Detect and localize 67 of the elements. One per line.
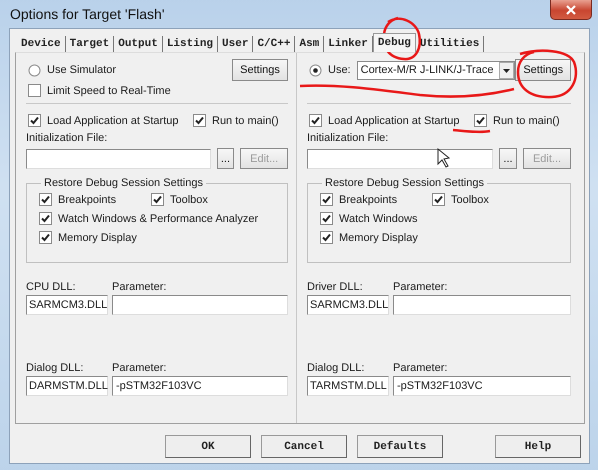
checkbox[interactable] [320, 212, 333, 225]
browse-button[interactable]: ... [499, 148, 517, 169]
radio-label: Use: [328, 64, 351, 76]
checkbox-label: Run to main() [493, 114, 560, 126]
tab[interactable]: Debug [372, 33, 416, 52]
dll-field[interactable]: SARMCM3.DLL [26, 295, 108, 315]
checkbox[interactable] [28, 114, 41, 127]
checkbox-label: Memory Display [58, 232, 137, 244]
checkbox-label: Run to main() [212, 114, 279, 126]
field-label: Driver DLL: [307, 281, 364, 293]
radio-button[interactable] [28, 64, 41, 76]
dialog-button[interactable]: Help [495, 435, 581, 458]
checkbox[interactable] [309, 114, 322, 127]
field-label: Dialog DLL: [307, 362, 366, 374]
checkbox[interactable] [39, 231, 52, 244]
checkbox[interactable] [474, 114, 487, 127]
checkbox[interactable] [28, 84, 41, 97]
window-title: Options for Target 'Flash' [10, 6, 164, 22]
checkbox-label: Watch Windows [339, 212, 418, 224]
parameter-field[interactable]: -pSTM32F103VC [112, 376, 288, 396]
field-label: Parameter: [393, 281, 448, 293]
checkbox-label: Load Application at Startup [328, 114, 460, 126]
dialog-button[interactable]: OK [165, 435, 251, 458]
radio-button[interactable] [309, 64, 322, 76]
checkbox[interactable] [151, 193, 164, 206]
init-file-field[interactable] [26, 148, 211, 168]
parameter-field[interactable]: -pSTM32F103VC [393, 376, 571, 396]
checkbox[interactable] [432, 193, 445, 206]
dll-field[interactable]: SARMCM3.DLL [307, 295, 389, 315]
checkbox-label: Limit Speed to Real-Time [47, 84, 171, 96]
checkbox-label: Load Application at Startup [47, 114, 178, 126]
dialog-button[interactable]: Cancel [261, 435, 347, 458]
browse-button[interactable]: ... [216, 148, 234, 169]
settings-button[interactable]: Settings [515, 59, 571, 81]
group-title: Restore Debug Session Settings [324, 177, 485, 189]
close-button[interactable] [550, 0, 592, 20]
checkbox[interactable] [39, 193, 52, 206]
field-label: Parameter: [112, 362, 166, 374]
annotation-underline [452, 128, 490, 134]
dll-field[interactable]: TARMSTM.DLL [307, 376, 389, 396]
driver-dropdown[interactable]: Cortex-M/R J-LINK/J-Trace [356, 60, 516, 80]
checkbox[interactable] [193, 114, 206, 127]
group-title: Restore Debug Session Settings [43, 177, 204, 189]
field-label: Parameter: [393, 362, 448, 374]
checkbox-label: Breakpoints [339, 194, 398, 206]
parameter-field[interactable] [112, 295, 288, 315]
radio-label: Use Simulator [47, 64, 116, 76]
checkbox[interactable] [39, 212, 52, 225]
checkbox-label: Watch Windows & Performance Analyzer [58, 212, 258, 224]
pointer-icon [438, 148, 450, 168]
checkbox-label: Toolbox [170, 194, 208, 206]
field-label: Initialization File: [307, 132, 390, 144]
checkbox[interactable] [320, 193, 333, 206]
checkbox-label: Breakpoints [58, 194, 116, 206]
init-file-field[interactable] [307, 148, 493, 168]
field-label: CPU DLL: [26, 281, 77, 293]
dll-field[interactable]: DARMSTM.DLL [26, 376, 108, 396]
checkbox[interactable] [320, 231, 333, 244]
settings-button[interactable]: Settings [232, 59, 288, 81]
checkbox-label: Memory Display [339, 232, 418, 244]
dialog-button[interactable]: Defaults [357, 435, 443, 458]
field-label: Initialization File: [26, 132, 108, 144]
close-icon [565, 4, 577, 14]
field-label: Dialog DLL: [26, 362, 84, 374]
field-label: Parameter: [112, 281, 166, 293]
parameter-field[interactable] [393, 295, 571, 315]
checkbox-label: Toolbox [451, 194, 489, 206]
